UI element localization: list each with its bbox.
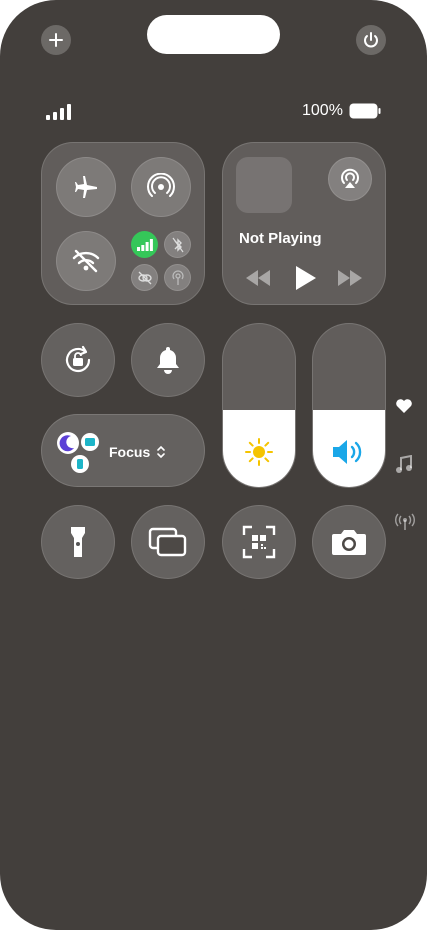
cellular-signal-icon: [46, 104, 71, 120]
power-button[interactable]: [356, 25, 386, 55]
sun-icon: [245, 438, 273, 466]
airplay-button[interactable]: [328, 157, 372, 201]
qr-scanner-icon: [242, 525, 276, 559]
wifi-off-icon: [72, 249, 100, 273]
wifi-toggle[interactable]: [56, 231, 116, 291]
screen-mirroring-icon: [148, 527, 187, 557]
music-note-icon[interactable]: [395, 455, 413, 475]
screen-mirroring-button[interactable]: [131, 505, 205, 579]
dynamic-island: [147, 15, 280, 54]
code-scanner-button[interactable]: [222, 505, 296, 579]
link-off-icon: [137, 271, 152, 284]
airdrop-toggle[interactable]: [131, 157, 191, 217]
silent-mode-toggle[interactable]: [131, 323, 205, 397]
focus-button[interactable]: Focus: [41, 414, 205, 487]
brightness-slider[interactable]: [222, 323, 296, 488]
hotspot-icon: [171, 269, 184, 285]
camera-button[interactable]: [312, 505, 386, 579]
plus-icon: [49, 33, 63, 47]
camera-icon: [332, 530, 366, 555]
power-icon: [364, 32, 378, 48]
speaker-icon: [333, 440, 362, 464]
add-control-button[interactable]: [41, 25, 71, 55]
vpn-toggle[interactable]: [131, 264, 158, 291]
focus-label: Focus: [109, 444, 151, 460]
wireless-antenna-icon[interactable]: [395, 513, 415, 531]
battery-icon: [349, 103, 381, 119]
airdrop-icon: [147, 173, 175, 197]
cellular-data-icon: [136, 238, 153, 251]
flashlight-button[interactable]: [41, 505, 115, 579]
cellular-data-toggle[interactable]: [131, 231, 158, 258]
battery-percentage: 100%: [302, 102, 343, 119]
control-center: 100% Not Playing Focus: [0, 0, 427, 930]
bluetooth-off-icon: [172, 237, 183, 252]
fast-forward-icon[interactable]: [336, 268, 364, 288]
chevron-up-down-icon: [157, 445, 165, 459]
flashlight-icon: [71, 527, 85, 557]
orientation-lock-toggle[interactable]: [41, 323, 115, 397]
orientation-lock-icon: [65, 345, 91, 373]
play-icon[interactable]: [291, 264, 319, 292]
album-art-placeholder: [236, 157, 292, 213]
airplane-mode-toggle[interactable]: [56, 157, 116, 217]
airplane-icon: [75, 176, 97, 198]
airplay-icon: [341, 168, 359, 188]
now-playing-title: Not Playing: [239, 230, 322, 247]
hotspot-toggle[interactable]: [164, 264, 191, 291]
rewind-icon[interactable]: [244, 268, 272, 288]
bluetooth-toggle[interactable]: [164, 231, 191, 258]
volume-slider[interactable]: [312, 323, 386, 488]
focus-modes-icon: [57, 432, 99, 473]
bell-icon: [157, 347, 179, 374]
heart-icon[interactable]: [395, 398, 413, 414]
